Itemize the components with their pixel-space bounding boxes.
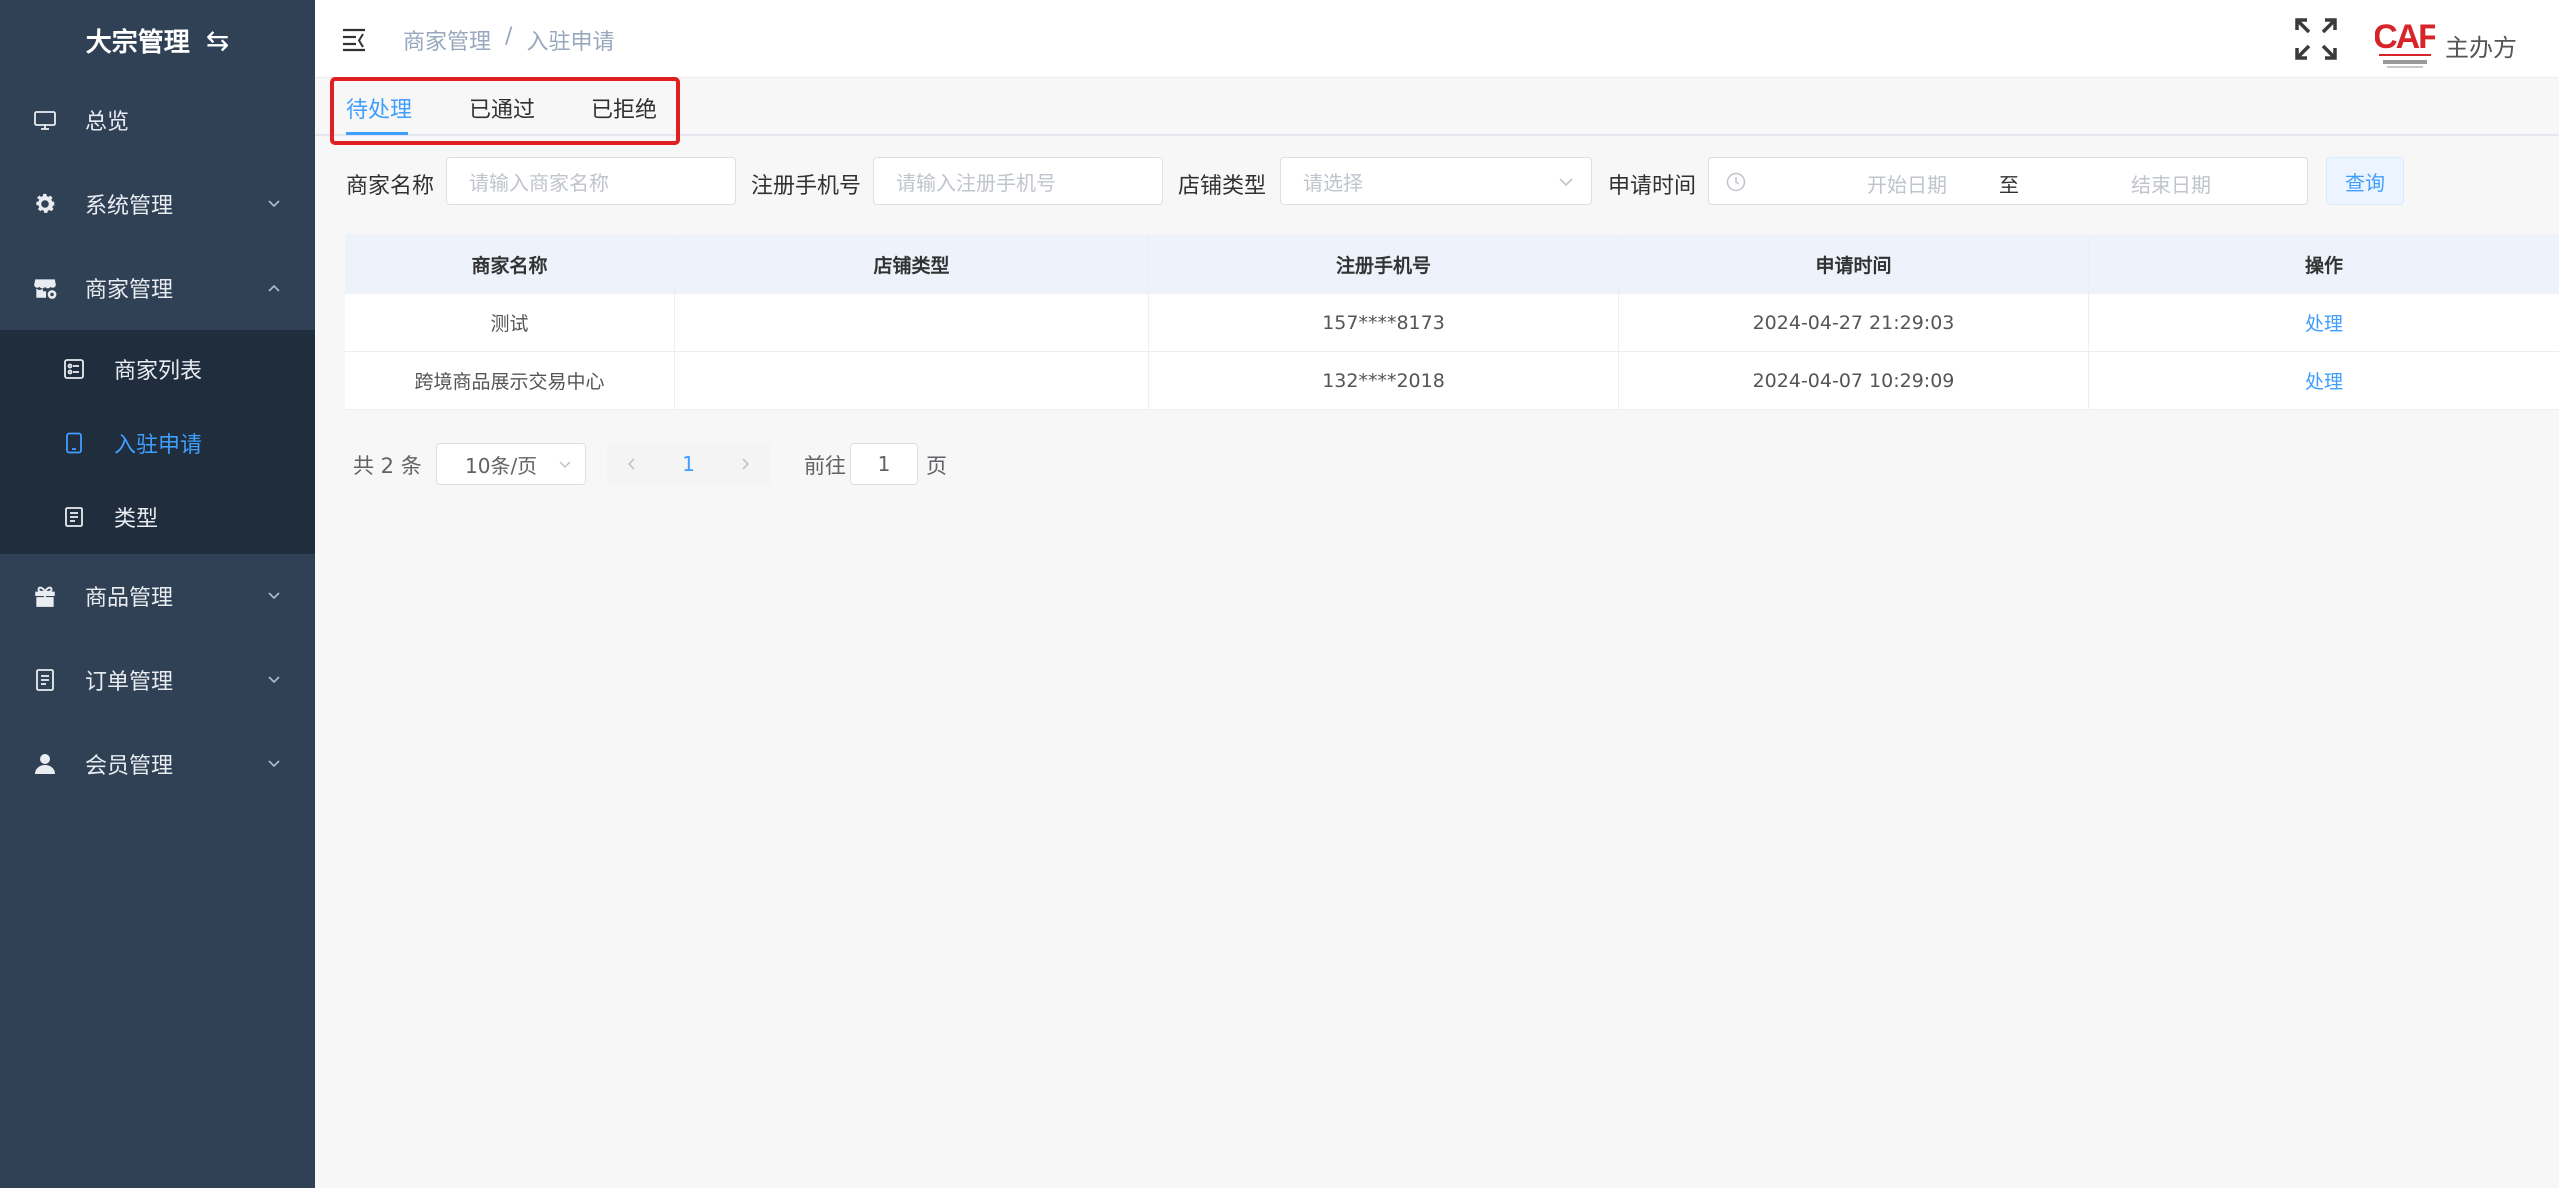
cell-apply-time: 2024-04-27 21:29:03 [1619,294,2089,351]
chevron-down-icon [1559,178,1573,187]
sidebar-item-label: 总览 [85,110,130,135]
table-row: 跨境商品展示交易中心 132****2018 2024-04-07 10:29:… [345,352,2559,410]
gear-icon [32,191,58,217]
sidebar-toggle-icon[interactable] [341,26,367,52]
gift-icon [32,583,58,609]
document-icon [62,505,86,529]
sidebar-item-label: 商家管理 [85,278,174,303]
page-size-select[interactable]: 10条/页 [436,443,586,485]
merchant-submenu: 商家列表 入驻申请 类型 [0,330,315,554]
chevron-down-icon [268,200,280,208]
store-icon [32,275,58,301]
goto-label: 前往 [804,454,846,478]
user-icon [32,751,58,777]
organizer-label[interactable]: 主办方 [2445,28,2517,63]
column-header: 操作 [2304,254,2343,277]
sidebar-item-label: 会员管理 [85,754,174,779]
cell-store-type [675,352,1149,409]
column-header: 申请时间 [1619,234,2089,294]
table-header: 商家名称 店铺类型 注册手机号 申请时间 操作 [345,234,2559,294]
sidebar-subitem-apply[interactable]: 入驻申请 [0,406,315,480]
switch-system-icon[interactable]: ⇆ [206,24,229,57]
sidebar-item-label: 系统管理 [85,194,174,219]
sidebar-subitem-label: 商家列表 [114,359,203,384]
merchant-name-label: 商家名称 [346,174,435,199]
store-type-placeholder: 请选择 [1303,170,1363,195]
column-header: 店铺类型 [675,234,1149,294]
chevron-down-icon [559,461,571,469]
page-unit-label: 页 [926,454,947,478]
store-type-label: 店铺类型 [1178,174,1267,199]
top-header: 商家管理 / 入驻申请 CAF 主办方 [315,0,2559,78]
apply-time-label: 申请时间 [1608,174,1697,199]
chevron-up-icon [268,284,280,292]
fullscreen-icon[interactable] [2293,16,2339,62]
tablet-icon [62,431,86,455]
chevron-down-icon [268,592,280,600]
cell-action: 处理 [2089,352,2559,409]
process-link[interactable]: 处理 [2305,309,2343,336]
sidebar-item-merchant[interactable]: 商家管理 [0,246,315,330]
merchant-name-input[interactable]: 请输入商家名称 [446,157,736,205]
phone-input[interactable]: 请输入注册手机号 [873,157,1163,205]
query-button[interactable]: 查询 [2326,157,2404,205]
breadcrumb-item: 入驻申请 [526,30,615,55]
list-icon [62,357,86,381]
apply-time-range-picker[interactable]: 开始日期 至 结束日期 [1708,157,2308,205]
column-header: 商家名称 [345,234,675,294]
cell-phone: 157****8173 [1149,294,1619,351]
sidebar-subitem-type[interactable]: 类型 [0,480,315,554]
merchant-name-placeholder: 请输入商家名称 [469,170,609,195]
monitor-icon [32,107,58,133]
breadcrumb-item[interactable]: 商家管理 [403,24,491,56]
phone-placeholder: 请输入注册手机号 [896,170,1056,195]
sidebar-brand: 大宗管理 ⇆ [0,0,315,80]
prev-page-button[interactable] [607,443,657,485]
document-icon [32,667,58,693]
applications-table: 商家名称 店铺类型 注册手机号 申请时间 操作 测试 157****8173 2… [345,234,2559,410]
page-number-current[interactable]: 1 [657,443,720,485]
app-title: 大宗管理 [85,27,190,58]
sidebar-subitem-merchant-list[interactable]: 商家列表 [0,332,315,406]
organizer-logo: CAF [2373,16,2440,70]
chevron-down-icon [268,676,280,684]
sidebar-subitem-label: 类型 [114,507,159,532]
end-date-placeholder[interactable]: 结束日期 [2091,169,2251,198]
process-link[interactable]: 处理 [2305,367,2343,394]
cell-action: 处理 [2089,294,2559,351]
logo-text: CAF [2375,18,2435,56]
sidebar-item-label: 商品管理 [85,586,174,611]
cell-merchant-name: 测试 [345,294,675,351]
store-type-select[interactable]: 请选择 [1280,157,1592,205]
range-separator: 至 [1999,173,2019,197]
goto-page-input[interactable]: 1 [850,443,918,485]
page-size-value: 10条/页 [465,453,538,478]
sidebar-item-members[interactable]: 会员管理 [0,722,315,806]
cell-store-type [675,294,1149,351]
cell-apply-time: 2024-04-07 10:29:09 [1619,352,2089,409]
pagination-total: 共 2 条 [353,454,422,478]
next-page-button[interactable] [720,443,770,485]
sidebar-item-system[interactable]: 系统管理 [0,162,315,246]
clock-icon [1726,172,1746,192]
sidebar-subitem-label: 入驻申请 [114,433,203,458]
tabs-highlight-annotation [330,77,680,145]
breadcrumb-separator: / [505,24,513,49]
cell-phone: 132****2018 [1149,352,1619,409]
column-header: 注册手机号 [1149,234,1619,294]
chevron-down-icon [268,760,280,768]
breadcrumb: 商家管理 / 入驻申请 [403,24,614,56]
sidebar-item-goods[interactable]: 商品管理 [0,554,315,638]
table-row: 测试 157****8173 2024-04-27 21:29:03 处理 [345,294,2559,352]
chevron-right-icon [742,458,750,470]
sidebar-item-overview[interactable]: 总览 [0,78,315,162]
sidebar-item-label: 订单管理 [85,670,174,695]
chevron-left-icon [627,458,635,470]
cell-merchant-name: 跨境商品展示交易中心 [345,352,675,409]
phone-label: 注册手机号 [751,174,862,199]
sidebar-item-orders[interactable]: 订单管理 [0,638,315,722]
sidebar: 大宗管理 ⇆ 总览 系统管理 商家管理 商家列表 入驻申请 类型 商品管理 订单… [0,0,315,1188]
start-date-placeholder[interactable]: 开始日期 [1827,169,1987,198]
